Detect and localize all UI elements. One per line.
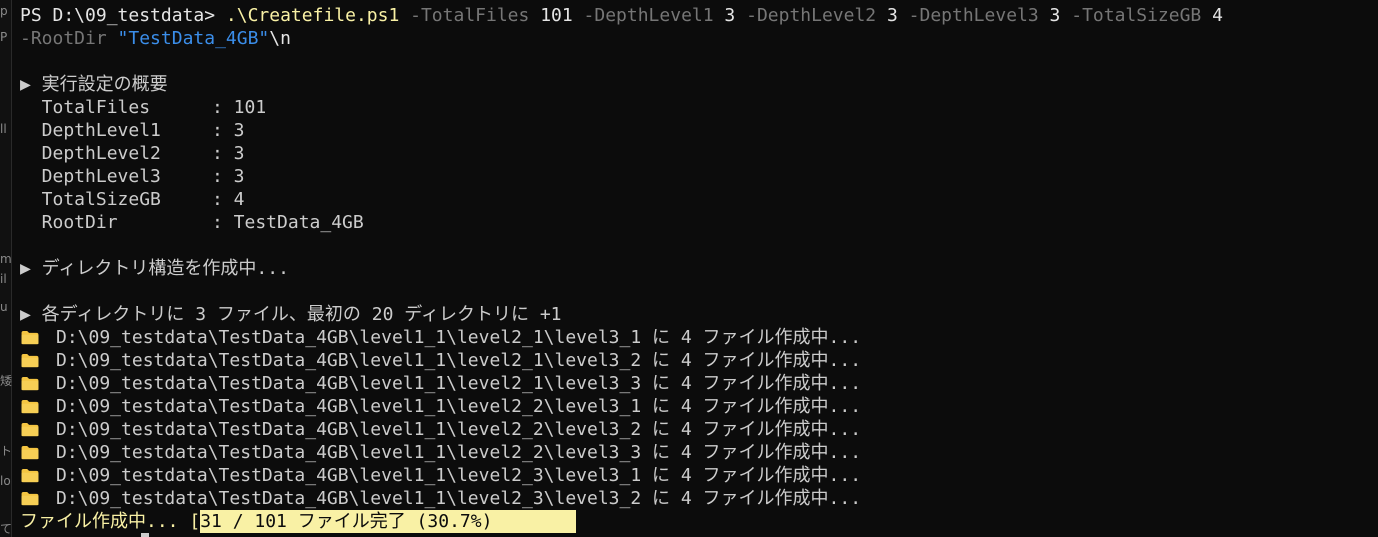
settings-value: : 3 — [212, 166, 245, 187]
param-depth2-value: 3 — [886, 5, 898, 26]
settings-value: : 3 — [212, 120, 245, 141]
script-name: .\Createfile.ps1 — [225, 5, 400, 26]
text-cursor — [141, 533, 149, 537]
command-trailing: \n — [269, 28, 291, 49]
left-pane-fragment: ll — [0, 122, 7, 136]
left-pane-fragment: p — [0, 4, 8, 18]
settings-row: TotalFiles : 101 — [20, 96, 1378, 119]
folder-line-text: D:\09_testdata\TestData_4GB\level1_1\lev… — [56, 396, 862, 417]
param-totalfiles: -TotalFiles — [399, 5, 541, 26]
command-line-wrap: -RootDir "TestData_4GB"\n — [20, 27, 1378, 50]
folder-line-text: D:\09_testdata\TestData_4GB\level1_1\lev… — [56, 419, 862, 440]
param-rootdir-value: "TestData_4GB" — [117, 28, 270, 49]
param-totalsize-value: 4 — [1212, 5, 1223, 26]
folder-line-text: D:\09_testdata\TestData_4GB\level1_1\lev… — [56, 442, 862, 463]
prompt: PS D:\09_testdata> — [20, 5, 226, 26]
folder-icon — [21, 376, 39, 391]
dir-creation-message: ▶ ディレクトリ構造を作成中... — [20, 258, 289, 279]
left-pane-fragment: 矮 — [0, 374, 13, 388]
settings-key: DepthLevel2 — [20, 143, 161, 164]
param-rootdir: -RootDir — [20, 28, 118, 49]
settings-key: TotalSizeGB — [20, 189, 161, 210]
folder-line-text: D:\09_testdata\TestData_4GB\level1_1\lev… — [56, 488, 862, 509]
progress-bar: 31 / 101 ファイル完了 (30.7%) — [200, 510, 577, 533]
settings-key: DepthLevel3 — [20, 166, 161, 187]
left-pane-fragment: il — [0, 272, 7, 286]
settings-key: TotalFiles — [20, 97, 151, 118]
left-pane-fragment: lo — [0, 474, 11, 488]
folder-line: D:\09_testdata\TestData_4GB\level1_1\lev… — [20, 395, 1378, 418]
settings-value: : 4 — [212, 189, 245, 210]
left-pane-edge: p Pll m il u 矮ト lo て — [0, 0, 12, 537]
param-depth1: -DepthLevel1 — [572, 5, 725, 26]
settings-heading: ▶ 実行設定の概要 — [20, 74, 168, 95]
settings-value: : 3 — [212, 143, 245, 164]
folder-line-text: D:\09_testdata\TestData_4GB\level1_1\lev… — [56, 465, 862, 486]
folder-line-text: D:\09_testdata\TestData_4GB\level1_1\lev… — [56, 373, 862, 394]
settings-value: : TestData_4GB — [212, 212, 364, 233]
param-depth2: -DepthLevel2 — [735, 5, 887, 26]
left-pane-fragment: P — [0, 30, 8, 44]
folder-icon — [21, 399, 39, 414]
settings-row: DepthLevel1 : 3 — [20, 119, 1378, 142]
folder-icon — [21, 491, 39, 506]
left-pane-fragment: ト — [0, 444, 13, 458]
settings-row: RootDir : TestData_4GB — [20, 211, 1378, 234]
progress-prefix: ファイル作成中... [ — [20, 511, 201, 532]
folder-line: D:\09_testdata\TestData_4GB\level1_1\lev… — [20, 418, 1378, 441]
settings-key: DepthLevel1 — [20, 120, 161, 141]
settings-row: DepthLevel3 : 3 — [20, 165, 1378, 188]
folder-line: D:\09_testdata\TestData_4GB\level1_1\lev… — [20, 464, 1378, 487]
folder-line: D:\09_testdata\TestData_4GB\level1_1\lev… — [20, 349, 1378, 372]
folder-icon — [21, 353, 39, 368]
folder-icon — [21, 468, 39, 483]
distribution-message: ▶ 各ディレクトリに 3 ファイル、最初の 20 ディレクトリに +1 — [20, 304, 562, 325]
folder-icon — [21, 422, 39, 437]
folder-line: D:\09_testdata\TestData_4GB\level1_1\lev… — [20, 326, 1378, 349]
param-depth1-value: 3 — [724, 5, 736, 26]
param-depth3-value: 3 — [1049, 5, 1061, 26]
settings-key: RootDir — [20, 212, 118, 233]
left-pane-fragment: て — [0, 522, 13, 536]
folder-line-text: D:\09_testdata\TestData_4GB\level1_1\lev… — [56, 327, 862, 348]
left-pane-fragment: u — [0, 300, 8, 314]
settings-row: TotalSizeGB : 4 — [20, 188, 1378, 211]
folder-line: D:\09_testdata\TestData_4GB\level1_1\lev… — [20, 372, 1378, 395]
terminal-window[interactable]: p Pll m il u 矮ト lo て PS D:\09_testdata> .\Creat… — [0, 0, 1378, 537]
param-depth3: -DepthLevel3 — [897, 5, 1050, 26]
folder-line-text: D:\09_testdata\TestData_4GB\level1_1\lev… — [56, 350, 862, 371]
folder-line: D:\09_testdata\TestData_4GB\level1_1\lev… — [20, 487, 1378, 510]
progress-text: 31 / 101 ファイル完了 (30.7%) — [200, 511, 493, 532]
command-line: PS D:\09_testdata> .\Createfile.ps1 -Tot… — [20, 4, 1378, 27]
folder-icon — [21, 445, 39, 460]
settings-row: DepthLevel2 : 3 — [20, 142, 1378, 165]
param-totalsize: -TotalSizeGB — [1060, 5, 1213, 26]
param-totalfiles-value: 101 — [540, 5, 573, 26]
folder-icon — [21, 330, 39, 345]
folder-line: D:\09_testdata\TestData_4GB\level1_1\lev… — [20, 441, 1378, 464]
progress-line: ファイル作成中... [31 / 101 ファイル完了 (30.7%) — [20, 510, 577, 533]
settings-value: : 101 — [212, 97, 267, 118]
folder-progress-list: D:\09_testdata\TestData_4GB\level1_1\lev… — [20, 326, 1378, 510]
settings-list: TotalFiles : 101 DepthLevel1 : 3 DepthLeve… — [20, 96, 1378, 234]
